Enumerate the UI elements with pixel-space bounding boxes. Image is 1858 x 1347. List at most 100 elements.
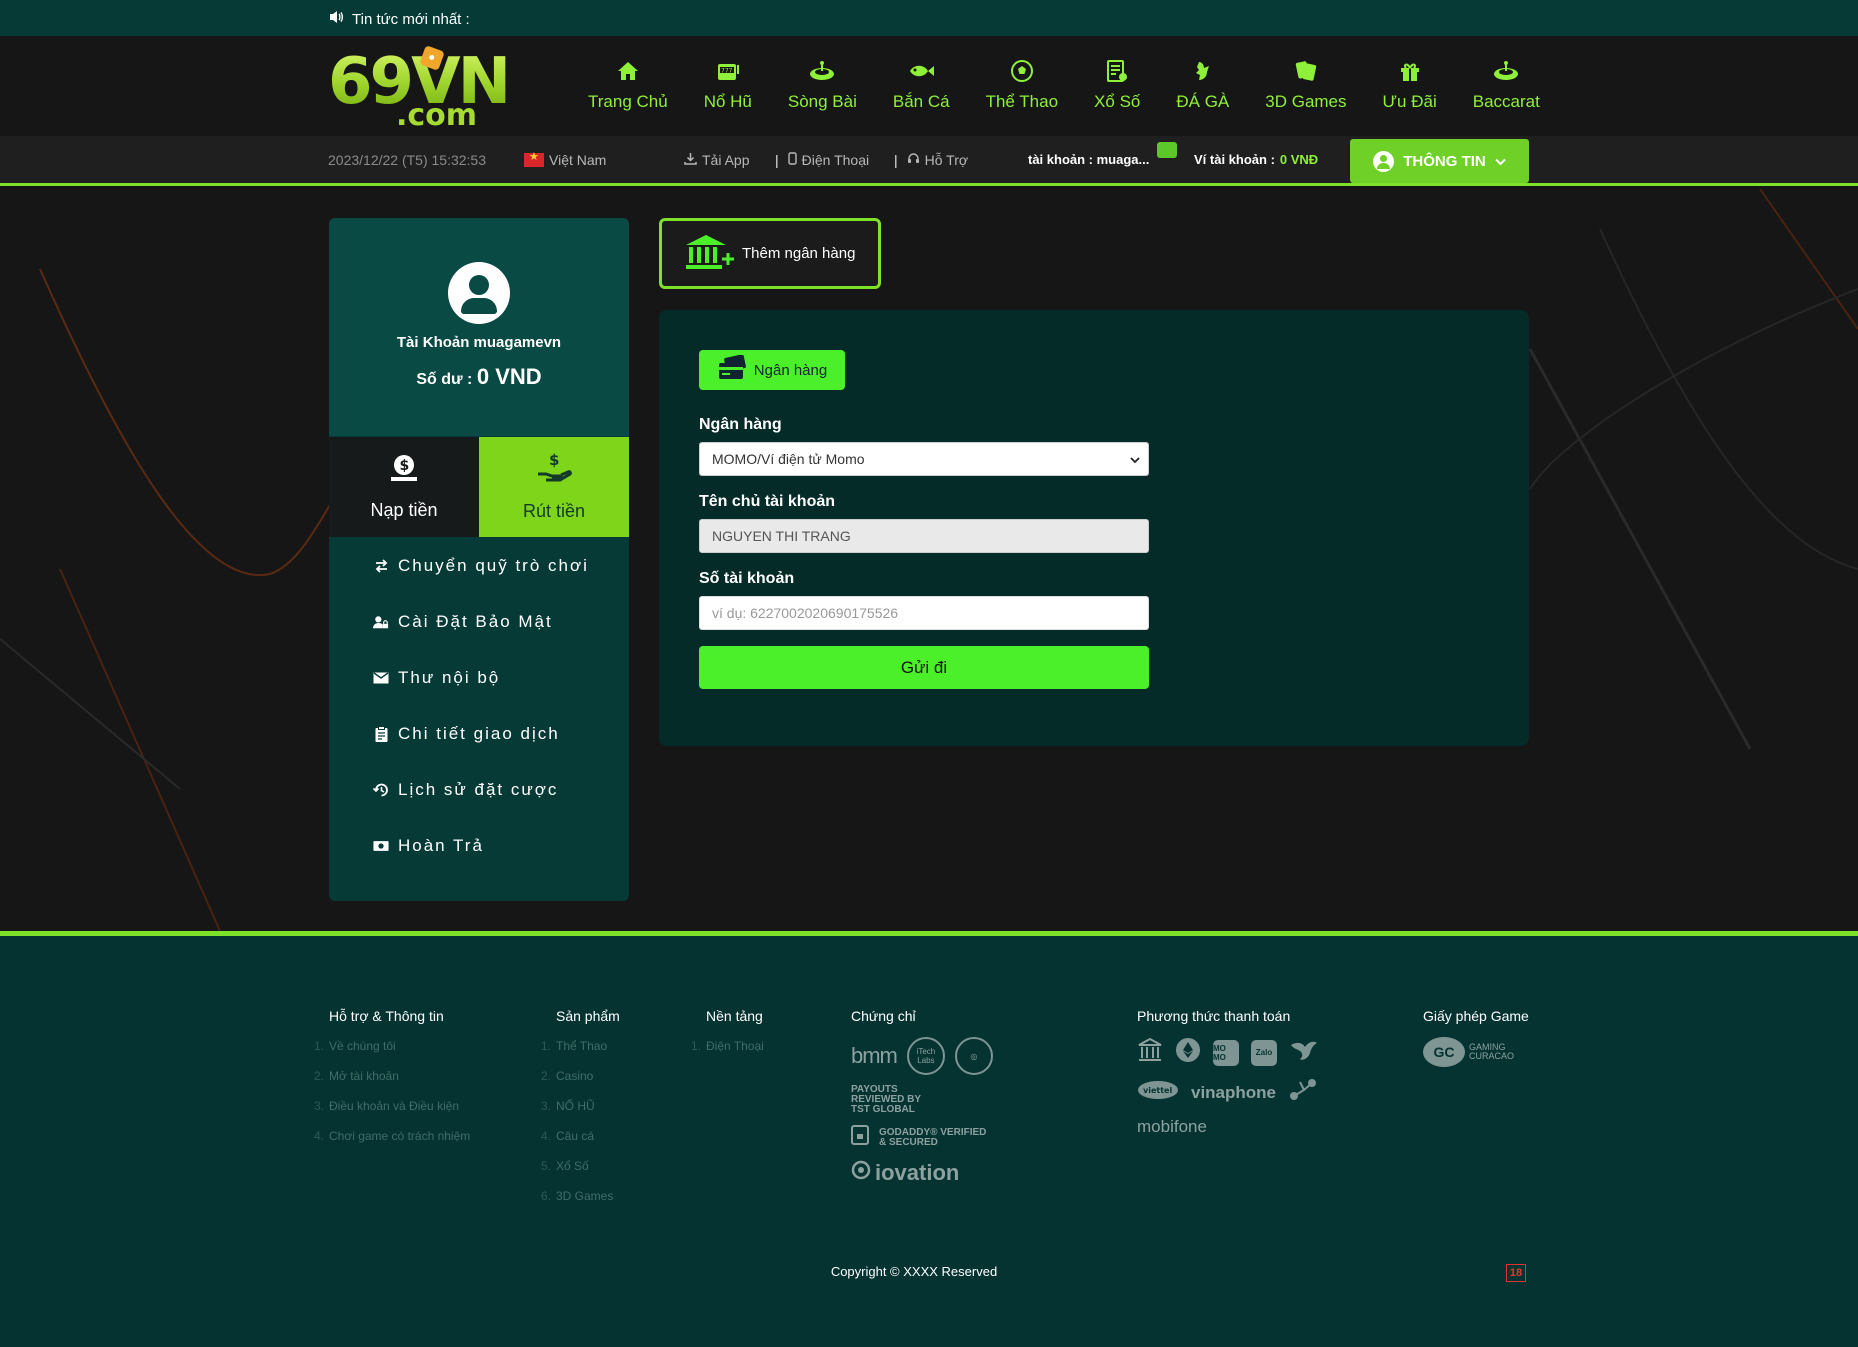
menu-item-transactions[interactable]: Chi tiết giao dịch: [329, 706, 629, 762]
copyright-text: Copyright © XXXX Reserved: [830, 1264, 998, 1279]
menu-item-transfer[interactable]: Chuyển quỹ trò chơi: [329, 538, 629, 594]
footer-link[interactable]: 3. Điều khoản và Điều kiện: [314, 1097, 470, 1127]
nav-item-fishing[interactable]: Bắn Cá: [875, 56, 968, 112]
deposit-label: Nạp tiền: [370, 500, 438, 520]
footer-link[interactable]: 1. Thể Thao: [541, 1037, 620, 1067]
nav-item-casino[interactable]: Sòng Bài: [770, 56, 875, 112]
nav-item-baccarat[interactable]: Baccarat: [1455, 56, 1558, 112]
logo-sub-text: .com: [396, 98, 478, 133]
nav-label: Baccarat: [1472, 92, 1540, 111]
gc-badge: GC: [1423, 1037, 1465, 1067]
speaker-icon: [328, 9, 344, 29]
footer-link[interactable]: 4. Chơi game có trách nhiệm: [314, 1127, 470, 1157]
gaming-curacao-logo: GC GAMING CURACAO: [1423, 1037, 1529, 1067]
account-number-input[interactable]: ví dụ: 6227002020690175526: [699, 596, 1149, 630]
nav-item-slots[interactable]: 777 Nổ Hũ: [686, 56, 770, 112]
bank-form-card: Ngân hàng Ngân hàng MOMO/Ví điện tử Momo…: [659, 310, 1529, 746]
footer: Hỗ trợ & Thông tin 1. Về chúng tôi 2. Mở t…: [0, 931, 1858, 1347]
footer-certificates-column: Chứng chỉ bmm iTech Labs ◎ PAYOUTS REVIE…: [851, 1008, 993, 1196]
ticker-label: Tin tức mới nhất :: [352, 10, 470, 28]
footer-link[interactable]: 5. Xổ Số: [541, 1157, 620, 1187]
wallet-balance: Ví tài khoản : 0 VNĐ: [1194, 152, 1318, 167]
chevron-down-icon: [1130, 451, 1140, 467]
rooster-icon: [1188, 56, 1218, 86]
deposit-coin-icon: $: [388, 453, 420, 488]
account-number-placeholder: ví dụ: 6227002020690175526: [712, 605, 899, 621]
svg-text:777: 777: [721, 68, 733, 75]
profile-account-name: Tài Khoản muagamevn: [396, 334, 562, 351]
nav-item-cockfight[interactable]: ĐÁ GÀ: [1158, 56, 1247, 112]
nav-label: Bắn Cá: [892, 92, 950, 111]
iovation-icon: [851, 1160, 871, 1186]
footer-link[interactable]: 2. Mở tài khoản: [314, 1067, 470, 1097]
profile-balance: Số dư : 0 VND: [329, 364, 629, 390]
footer-link[interactable]: 6. 3D Games: [541, 1187, 620, 1217]
separator: |: [775, 152, 779, 168]
account-info-button[interactable]: THÔNG TIN: [1350, 139, 1529, 183]
tab-withdraw[interactable]: $ Rút tiền: [479, 437, 629, 537]
footer-support-title: Hỗ trợ & Thông tin: [329, 1008, 444, 1024]
account-owner-field[interactable]: NGUYEN THI TRANG: [699, 519, 1149, 553]
nav-item-lottery[interactable]: Xổ Số: [1076, 56, 1158, 112]
payment-row: mobifone: [1137, 1117, 1319, 1137]
phone-link[interactable]: | Điện Thoại: [775, 152, 869, 168]
nav-label: 3D Games: [1265, 92, 1347, 111]
headset-icon: [907, 152, 920, 168]
footer-link[interactable]: 4. Câu cá: [541, 1127, 620, 1157]
account-number-label: Số tài khoản: [699, 570, 795, 587]
bank-select[interactable]: MOMO/Ví điện tử Momo: [699, 442, 1149, 476]
momo-logo: MO MO: [1213, 1039, 1239, 1066]
account-sidebar: Tài Khoản muagamevn Số dư : 0 VND $ Nạp …: [329, 218, 629, 901]
menu-item-bet-history[interactable]: Lịch sử đặt cược: [329, 762, 629, 818]
language-selector[interactable]: Việt Nam: [524, 150, 607, 168]
tab-bank[interactable]: Ngân hàng: [699, 350, 845, 390]
credit-card-icon: [717, 354, 747, 385]
download-icon: [684, 152, 697, 168]
menu-item-inbox[interactable]: Thư nội bộ: [329, 650, 629, 706]
envelope-icon: [373, 670, 389, 686]
nav-item-3dgames[interactable]: 3D Games: [1247, 56, 1364, 112]
footer-link[interactable]: 2. Casino: [541, 1067, 620, 1097]
footer-link[interactable]: 1. Điện Thoại: [691, 1037, 764, 1067]
nav-item-sports[interactable]: Thể Thao: [968, 56, 1076, 112]
chevron-down-icon: [1495, 153, 1506, 170]
footer-payment-column: Phương thức thanh toán MO MO Zalo viette…: [1137, 1008, 1319, 1147]
iovation-label: iovation: [875, 1160, 960, 1185]
account-info-label: THÔNG TIN: [1403, 152, 1486, 170]
chat-icon[interactable]: [1157, 142, 1177, 158]
menu-label: Cài Đặt Bảo Mật: [398, 612, 553, 631]
roulette-icon: [807, 56, 837, 86]
news-ticker: Tin tức mới nhất :: [0, 0, 1858, 36]
iovation-logo: iovation: [851, 1160, 959, 1186]
cert-row: iovation: [851, 1160, 993, 1186]
footer-products-column: Sản phẩm 1. Thể Thao 2. Casino 3. NỔ HŨ 4. C…: [541, 1008, 620, 1217]
lottery-icon: [1102, 56, 1132, 86]
nav-label: Trang Chủ: [588, 92, 668, 111]
download-app-link[interactable]: Tải App: [684, 152, 749, 168]
footer-link[interactable]: 1. Về chúng tôi: [314, 1037, 470, 1067]
menu-item-security[interactable]: Cài Đặt Bảo Mật: [329, 594, 629, 650]
site-logo[interactable]: 69VN .com: [328, 44, 511, 133]
nav-item-promotions[interactable]: Ưu Đãi: [1365, 56, 1455, 112]
transfer-icon: [373, 558, 389, 574]
footer-license-title: Giấy phép Game: [1423, 1008, 1529, 1024]
menu-item-rebate[interactable]: Hoàn Trả: [329, 818, 629, 874]
footer-products-title: Sản phẩm: [556, 1008, 620, 1024]
language-label: Việt Nam: [549, 152, 607, 168]
tab-deposit[interactable]: $ Nạp tiền: [329, 437, 479, 537]
submit-button[interactable]: Gửi đi: [699, 646, 1149, 689]
nav-item-home[interactable]: Trang Chủ: [570, 56, 686, 112]
svg-text:$: $: [400, 458, 410, 474]
bird-logo-icon: [1289, 1037, 1319, 1068]
support-link[interactable]: | Hỗ Trợ: [894, 152, 968, 168]
nav-label: Ưu Đãi: [1382, 92, 1437, 111]
nav-label: ĐÁ GÀ: [1176, 92, 1230, 111]
lock-icon: [851, 1125, 869, 1150]
add-bank-button[interactable]: Thêm ngân hàng: [659, 218, 881, 289]
wallet-value: 0 VNĐ: [1279, 152, 1319, 167]
withdraw-hand-icon: $: [536, 451, 572, 489]
globe-seal-icon: ◎: [954, 1037, 993, 1075]
footer-link[interactable]: 3. NỔ HŨ: [541, 1097, 620, 1127]
payment-row: MO MO Zalo: [1137, 1037, 1319, 1068]
baccarat-icon: [1491, 56, 1521, 86]
